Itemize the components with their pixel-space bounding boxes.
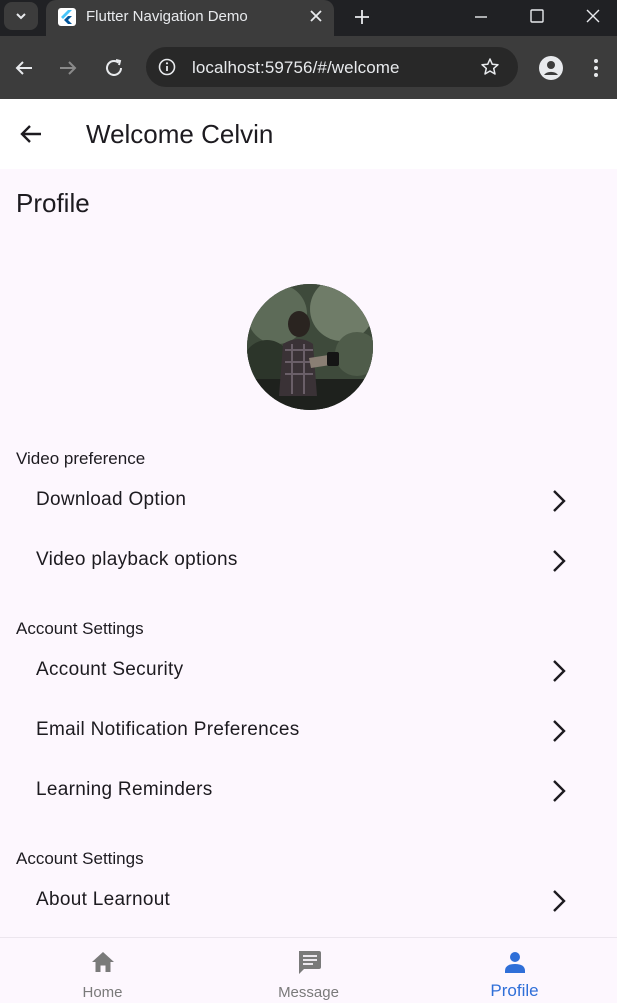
list-item-video-playback-options[interactable]: Video playback options <box>0 531 617 591</box>
profile-content: Profile Video preference Download Option… <box>0 169 617 937</box>
nav-label-message: Message <box>278 984 339 1001</box>
avatar <box>247 284 373 410</box>
chevron-right-icon <box>553 490 566 512</box>
back-arrow-icon[interactable] <box>18 121 44 147</box>
flutter-logo-icon <box>58 8 76 26</box>
url-text[interactable]: localhost:59756/#/welcome <box>192 58 400 78</box>
nav-item-home[interactable]: Home <box>0 938 205 1003</box>
nav-label-profile: Profile <box>490 981 539 1000</box>
chevron-right-icon <box>553 720 566 742</box>
page-title: Welcome Celvin <box>86 119 274 149</box>
tab-search-button[interactable] <box>4 2 38 30</box>
list-item-email-notification-preferences[interactable]: Email Notification Preferences <box>0 701 617 761</box>
chevron-right-icon <box>553 660 566 682</box>
list-item-label: Download Option <box>36 489 187 510</box>
group-label-account-settings-2: Account Settings <box>16 849 144 868</box>
chevron-right-icon <box>553 780 566 802</box>
group-label-video-preference: Video preference <box>16 449 146 468</box>
person-icon <box>504 952 525 973</box>
app-bar: Welcome Celvin <box>0 99 617 169</box>
list-item-learning-reminders[interactable]: Learning Reminders <box>0 761 617 821</box>
list-item-account-security[interactable]: Account Security <box>0 641 617 701</box>
chevron-down-icon <box>16 13 26 20</box>
list-item-download-option[interactable]: Download Option <box>0 471 617 531</box>
chevron-right-icon <box>553 890 566 912</box>
nav-label-home: Home <box>82 984 123 1001</box>
reload-icon[interactable] <box>102 56 126 80</box>
browser-profile-icon[interactable] <box>538 55 564 81</box>
list-item-label: Video playback options <box>36 549 238 570</box>
back-icon[interactable] <box>12 56 36 80</box>
minimize-icon[interactable] <box>472 8 490 26</box>
bottom-navigation-bar: Home Message Profile <box>0 937 617 1003</box>
nav-item-profile[interactable]: Profile <box>412 938 617 1003</box>
close-icon[interactable] <box>308 8 324 24</box>
browser-tab[interactable]: Flutter Navigation Demo <box>46 0 334 36</box>
list-item-label: Account Security <box>36 659 184 680</box>
browser-tab-strip: Flutter Navigation Demo <box>0 0 617 36</box>
more-menu-icon[interactable] <box>586 56 606 80</box>
browser-toolbar: localhost:59756/#/welcome <box>0 36 617 99</box>
bookmark-star-icon[interactable] <box>480 57 500 77</box>
group-label-account-settings: Account Settings <box>16 619 144 638</box>
list-item-about-learnout[interactable]: About Learnout <box>0 871 617 931</box>
tab-title: Flutter Navigation Demo <box>86 8 248 25</box>
list-item-label: Learning Reminders <box>36 779 213 800</box>
chevron-right-icon <box>553 550 566 572</box>
maximize-icon[interactable] <box>528 7 546 25</box>
profile-heading: Profile <box>16 188 90 218</box>
list-item-label: Email Notification Preferences <box>36 719 300 740</box>
forward-icon[interactable] <box>56 56 80 80</box>
list-item-label: About Learnout <box>36 889 171 910</box>
address-bar[interactable]: localhost:59756/#/welcome <box>146 47 518 87</box>
avatar-photo <box>247 284 373 410</box>
message-icon <box>298 951 321 974</box>
nav-item-message[interactable]: Message <box>206 938 411 1003</box>
site-info-icon[interactable] <box>158 58 176 76</box>
home-icon <box>91 952 114 972</box>
window-close-icon[interactable] <box>584 7 602 25</box>
new-tab-plus-icon[interactable] <box>352 7 372 27</box>
